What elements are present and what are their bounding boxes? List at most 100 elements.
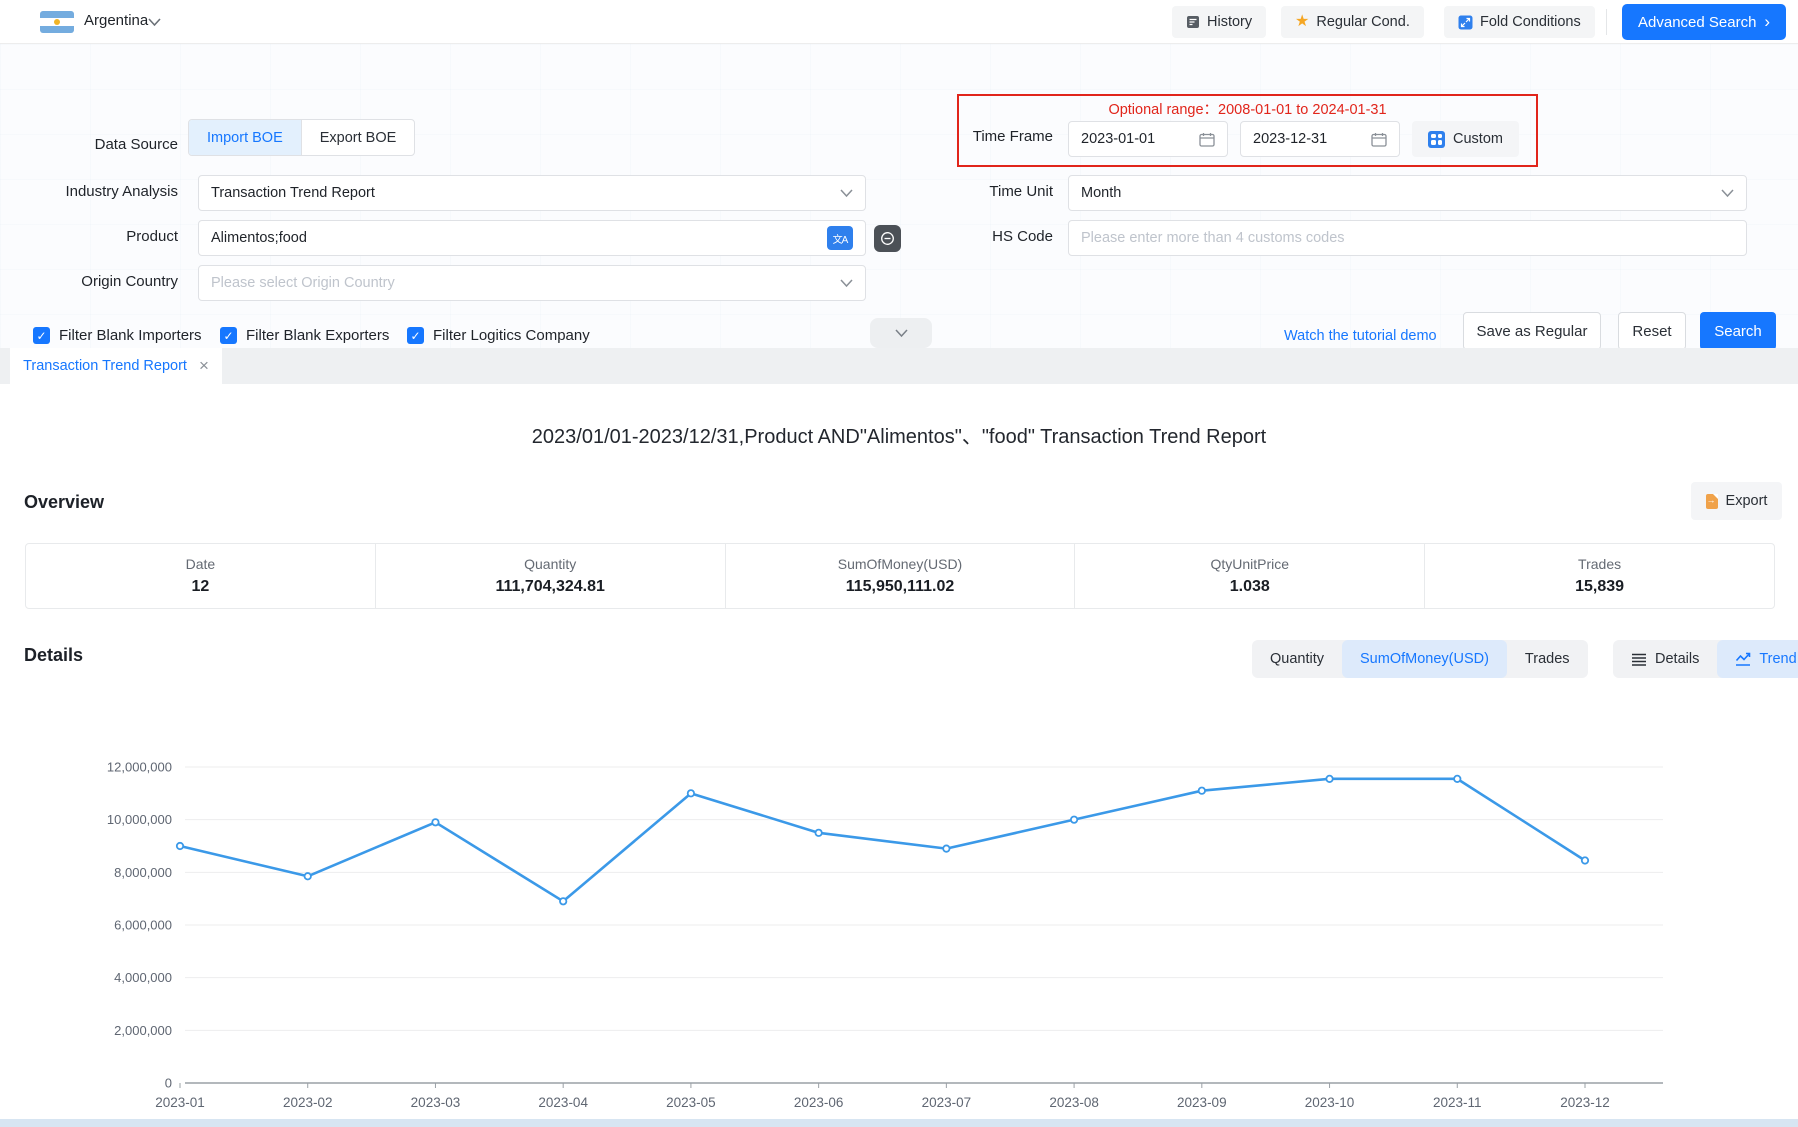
svg-text:6,000,000: 6,000,000 [114, 918, 172, 933]
time-frame-start-value: 2023-01-01 [1081, 131, 1155, 147]
argentina-flag-icon [40, 11, 74, 33]
svg-text:2023-05: 2023-05 [666, 1095, 716, 1110]
metric-tab-quantity[interactable]: Quantity [1252, 640, 1342, 678]
tutorial-demo-link[interactable]: Watch the tutorial demo [1284, 328, 1437, 344]
stat-label: Quantity [524, 556, 576, 572]
origin-country-select[interactable]: Please select Origin Country [198, 265, 866, 301]
import-boe-tab[interactable]: Import BOE [189, 120, 301, 155]
chevron-down-icon [840, 279, 853, 288]
svg-text:10,000,000: 10,000,000 [107, 812, 172, 827]
view-tabs: Details Trend [1613, 640, 1798, 678]
checkbox-checked-icon: ✓ [407, 327, 424, 344]
time-frame-label: Time Frame [900, 128, 1053, 145]
translate-icon[interactable]: 文A [827, 226, 853, 250]
star-icon: ★ [1295, 14, 1309, 30]
metric-tab-sum-of-money[interactable]: SumOfMoney(USD) [1342, 640, 1507, 678]
export-boe-tab[interactable]: Export BOE [301, 120, 415, 155]
bottom-scroll-strip[interactable] [0, 1119, 1798, 1127]
chevron-down-icon [895, 329, 908, 338]
export-label: Export [1726, 493, 1768, 509]
hs-code-label: HS Code [900, 228, 1053, 245]
regular-cond-button[interactable]: ★ Regular Cond. [1281, 6, 1424, 38]
custom-icon [1428, 131, 1445, 148]
svg-text:2023-07: 2023-07 [922, 1095, 972, 1110]
fold-icon [1458, 15, 1473, 30]
svg-text:2023-12: 2023-12 [1560, 1095, 1610, 1110]
table-icon [1631, 653, 1647, 666]
chevron-down-icon[interactable] [148, 18, 161, 27]
custom-label: Custom [1453, 131, 1503, 147]
country-selector[interactable]: Argentina [84, 12, 148, 29]
industry-analysis-value: Transaction Trend Report [211, 185, 375, 201]
trend-chart: 02,000,0004,000,0006,000,0008,000,00010,… [0, 725, 1798, 1120]
stat-value: 111,704,324.81 [495, 578, 604, 596]
history-label: History [1207, 14, 1252, 30]
export-file-icon [1706, 494, 1718, 509]
hs-code-input[interactable]: Please enter more than 4 customs codes [1068, 220, 1747, 256]
custom-range-button[interactable]: Custom [1412, 121, 1519, 157]
advanced-search-label: Advanced Search [1638, 14, 1756, 31]
fold-conditions-label: Fold Conditions [1480, 14, 1581, 30]
filter-logitics-company-checkbox[interactable]: ✓ Filter Logitics Company [407, 327, 590, 344]
stat-quantity: Quantity 111,704,324.81 [375, 544, 725, 608]
reset-button[interactable]: Reset [1618, 312, 1686, 350]
overview-heading: Overview [24, 492, 104, 513]
details-heading: Details [24, 645, 83, 666]
close-icon[interactable]: × [199, 356, 209, 376]
data-source-label: Data Source [40, 136, 178, 153]
chevron-down-icon [840, 189, 853, 198]
stat-label: SumOfMoney(USD) [838, 556, 962, 572]
export-button[interactable]: Export [1691, 482, 1782, 520]
tab-strip: Transaction Trend Report × [0, 348, 1798, 384]
history-button[interactable]: History [1172, 6, 1266, 38]
stat-label: Date [186, 556, 216, 572]
trend-chart-icon [1735, 652, 1751, 666]
view-tab-trend[interactable]: Trend [1717, 640, 1798, 678]
svg-text:2023-01: 2023-01 [155, 1095, 205, 1110]
view-tab-details[interactable]: Details [1613, 640, 1717, 678]
chevron-down-icon [1721, 189, 1734, 198]
metric-tab-trades[interactable]: Trades [1507, 640, 1588, 678]
checkbox-checked-icon: ✓ [33, 327, 50, 344]
stat-value: 1.038 [1230, 578, 1270, 596]
svg-text:12,000,000: 12,000,000 [107, 760, 172, 775]
filter-blank-exporters-checkbox[interactable]: ✓ Filter Blank Exporters [220, 327, 389, 344]
svg-text:2023-02: 2023-02 [283, 1095, 333, 1110]
industry-analysis-label: Industry Analysis [40, 183, 178, 200]
hs-code-placeholder: Please enter more than 4 customs codes [1081, 230, 1345, 246]
time-frame-start-input[interactable]: 2023-01-01 [1068, 121, 1228, 157]
search-button[interactable]: Search [1700, 312, 1776, 350]
time-frame-end-input[interactable]: 2023-12-31 [1240, 121, 1400, 157]
stat-value: 12 [192, 578, 210, 596]
stat-date: Date 12 [26, 544, 375, 608]
trend-line-chart: 02,000,0004,000,0006,000,0008,000,00010,… [0, 725, 1798, 1120]
industry-analysis-select[interactable]: Transaction Trend Report [198, 175, 866, 211]
tab-transaction-trend-report[interactable]: Transaction Trend Report × [10, 348, 222, 384]
svg-text:2023-09: 2023-09 [1177, 1095, 1227, 1110]
filter-blank-importers-checkbox[interactable]: ✓ Filter Blank Importers [33, 327, 202, 344]
stat-trades: Trades 15,839 [1424, 544, 1774, 608]
tab-label: Transaction Trend Report [23, 358, 187, 374]
fold-conditions-button[interactable]: Fold Conditions [1444, 6, 1595, 38]
arrow-right-icon: › [1764, 12, 1770, 32]
product-label: Product [40, 228, 178, 245]
data-source-tabs: Import BOE Export BOE [188, 119, 415, 156]
translate-settings-icon[interactable] [874, 225, 901, 252]
stat-label: QtyUnitPrice [1211, 556, 1290, 572]
overview-stats-card: Date 12 Quantity 111,704,324.81 SumOfMon… [25, 543, 1775, 609]
svg-text:2023-03: 2023-03 [411, 1095, 461, 1110]
product-input[interactable]: Alimentos;food 文A [198, 220, 866, 256]
stat-label: Trades [1578, 556, 1621, 572]
svg-text:2023-11: 2023-11 [1433, 1095, 1482, 1110]
svg-text:4,000,000: 4,000,000 [114, 970, 172, 985]
svg-text:0: 0 [165, 1076, 172, 1091]
svg-text:2023-06: 2023-06 [794, 1095, 844, 1110]
view-tab-label: Trend [1759, 651, 1796, 667]
time-unit-select[interactable]: Month [1068, 175, 1747, 211]
time-unit-value: Month [1081, 185, 1121, 201]
save-as-regular-button[interactable]: Save as Regular [1463, 312, 1601, 350]
collapse-filters-button[interactable] [870, 318, 932, 348]
svg-text:2023-08: 2023-08 [1049, 1095, 1099, 1110]
stat-value: 15,839 [1575, 578, 1624, 596]
advanced-search-button[interactable]: Advanced Search › [1622, 4, 1786, 40]
